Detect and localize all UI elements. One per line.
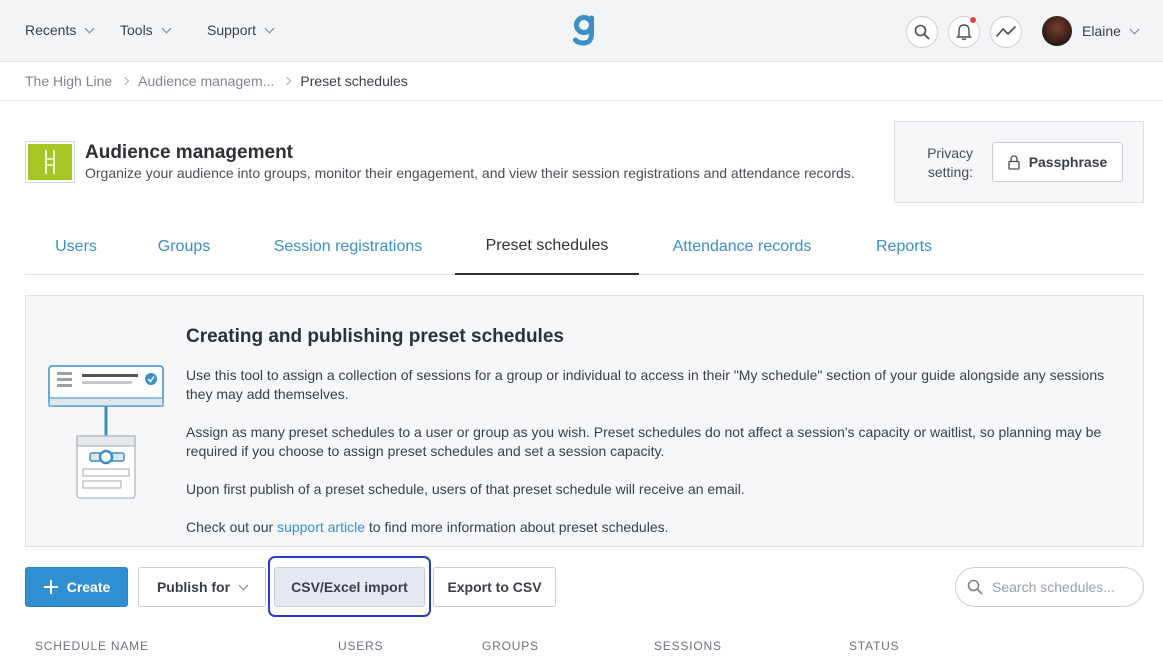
column-header-sessions[interactable]: SESSIONS — [654, 639, 722, 653]
search-icon — [967, 579, 983, 595]
search-input[interactable] — [992, 579, 1132, 595]
menu-support-label: Support — [207, 22, 257, 38]
page-title: Audience management — [85, 142, 293, 163]
tab-reports[interactable]: Reports — [865, 218, 943, 275]
chevron-down-icon — [238, 580, 249, 590]
tab-attendance-records[interactable]: Attendance records — [657, 218, 827, 275]
passphrase-button[interactable]: Passphrase — [992, 142, 1123, 182]
column-header-schedule-name[interactable]: SCHEDULE NAME — [35, 639, 149, 653]
tab-users[interactable]: Users — [39, 218, 113, 275]
breadcrumb-item-audience[interactable]: Audience managem... — [138, 73, 274, 89]
tab-attendance-records-label: Attendance records — [672, 237, 812, 255]
menu-tools-label: Tools — [120, 22, 153, 38]
info-p4-prefix: Check out our — [186, 519, 278, 535]
lock-icon — [1008, 154, 1020, 170]
chevron-down-icon — [264, 23, 275, 33]
audience-management-icon — [25, 141, 75, 183]
plus-icon — [43, 580, 58, 594]
info-paragraph-4: Check out our support article to find mo… — [186, 518, 1116, 537]
search-schedules — [955, 567, 1144, 607]
privacy-setting-label: Privacy setting: — [917, 144, 973, 182]
passphrase-label: Passphrase — [1028, 154, 1108, 170]
info-title: Creating and publishing preset schedules — [186, 326, 564, 347]
tab-preset-schedules[interactable]: Preset schedules — [455, 218, 639, 275]
privacy-label-line2: setting: — [927, 164, 973, 180]
chevron-right-icon — [120, 76, 130, 86]
notifications-button[interactable] — [948, 16, 980, 48]
tab-users-label: Users — [55, 237, 97, 255]
breadcrumb-item-guide[interactable]: The High Line — [25, 73, 112, 89]
divider — [0, 100, 1163, 101]
create-button[interactable]: Create — [25, 567, 128, 607]
search-button[interactable] — [906, 16, 938, 48]
publish-for-label: Publish for — [156, 579, 231, 595]
export-csv-label: Export to CSV — [447, 579, 542, 595]
preset-schedule-illustration-icon — [48, 365, 164, 499]
user-menu[interactable]: Elaine — [1082, 23, 1140, 39]
menu-recents-label: Recents — [25, 22, 77, 38]
tab-session-registrations[interactable]: Session registrations — [259, 218, 437, 275]
info-paragraph-2: Assign as many preset schedules to a use… — [186, 424, 1102, 459]
user-name: Elaine — [1082, 23, 1121, 39]
chevron-down-icon — [84, 23, 95, 33]
menu-recents[interactable]: Recents — [25, 22, 95, 38]
create-label: Create — [66, 579, 111, 595]
column-header-users[interactable]: USERS — [338, 639, 383, 653]
chevron-down-icon — [1129, 24, 1140, 34]
activity-button[interactable] — [990, 16, 1022, 48]
info-paragraph-3: Upon first publish of a preset schedule,… — [186, 481, 745, 497]
tab-groups[interactable]: Groups — [145, 218, 223, 275]
activity-icon — [996, 26, 1016, 37]
support-article-link[interactable]: support article — [277, 519, 365, 535]
breadcrumb-item-current: Preset schedules — [300, 73, 408, 89]
tab-reports-label: Reports — [875, 237, 933, 255]
csv-excel-import-label: CSV/Excel import — [291, 579, 408, 595]
page-description: Organize your audience into groups, moni… — [85, 165, 855, 181]
tab-session-registrations-label: Session registrations — [273, 237, 423, 255]
guidebook-logo-icon[interactable] — [572, 14, 598, 46]
chevron-right-icon — [283, 76, 292, 86]
privacy-label-line1: Privacy — [927, 145, 973, 161]
chevron-down-icon — [161, 23, 172, 33]
breadcrumb: The High Line Audience managem... Preset… — [25, 73, 408, 89]
notification-badge — [969, 16, 977, 24]
avatar[interactable] — [1042, 16, 1072, 46]
menu-tools[interactable]: Tools — [120, 22, 172, 38]
privacy-setting-panel: Privacy setting: Passphrase — [894, 121, 1144, 203]
info-p4-suffix: to find more information about preset sc… — [365, 519, 669, 535]
tab-groups-label: Groups — [157, 237, 211, 255]
menu-support[interactable]: Support — [207, 22, 275, 38]
column-header-status[interactable]: STATUS — [849, 639, 899, 653]
search-icon — [914, 24, 930, 40]
tab-preset-schedules-label: Preset schedules — [485, 236, 609, 254]
column-header-groups[interactable]: GROUPS — [482, 639, 539, 653]
export-csv-button[interactable]: Export to CSV — [433, 567, 556, 607]
bell-icon — [956, 24, 972, 41]
info-panel: Creating and publishing preset schedules… — [25, 295, 1144, 547]
top-nav: Recents Tools Support Elaine — [0, 0, 1163, 62]
tab-bar: Users Groups Session registrations Prese… — [25, 218, 1144, 275]
csv-excel-import-button[interactable]: CSV/Excel import — [274, 567, 425, 607]
info-paragraph-1: Use this tool to assign a collection of … — [186, 367, 1105, 402]
publish-for-button[interactable]: Publish for — [138, 567, 266, 607]
